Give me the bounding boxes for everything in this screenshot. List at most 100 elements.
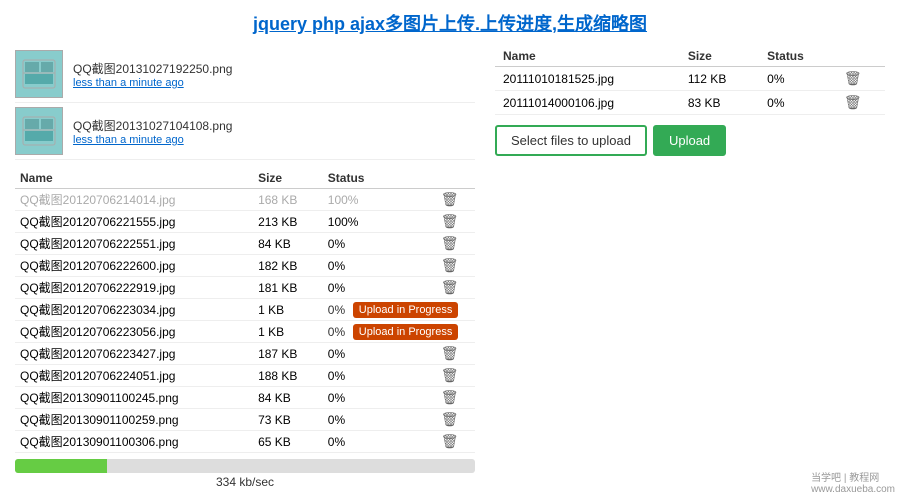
table-row: QQ截图20120706222600.jpg 182 KB 0% 🗑: [15, 255, 475, 277]
delete-cell[interactable]: 🗑: [436, 255, 475, 277]
table-row: QQ截图20130901100306.png 65 KB 0% 🗑: [15, 431, 475, 453]
delete-icon[interactable]: 🗑: [441, 213, 459, 229]
table-row: QQ截图20120706223056.jpg 1 KB 0% Upload in…: [15, 321, 475, 343]
status-cell: 100%: [323, 189, 436, 211]
file-name-cell: QQ截图20120706224051.jpg: [15, 365, 253, 387]
delete-cell[interactable]: 🗑: [436, 343, 475, 365]
col-action: [436, 168, 475, 189]
uploaded-items: QQ截图20131027192250.png less than a minut…: [15, 46, 475, 160]
table-row: QQ截图20130901100259.png 73 KB 0% 🗑: [15, 409, 475, 431]
file-table: Name Size Status QQ截图20120706214014.jpg …: [15, 168, 475, 453]
buttons-area: Select files to upload Upload: [495, 125, 885, 156]
file-size-cell: 188 KB: [253, 365, 323, 387]
status-cell: 0% Upload in Progress: [323, 321, 436, 343]
table-row: QQ截图20120706223427.jpg 187 KB 0% 🗑: [15, 343, 475, 365]
table-row: QQ截图20130901100245.png 84 KB 0% 🗑: [15, 387, 475, 409]
file-size-cell: 168 KB: [253, 189, 323, 211]
upload-button[interactable]: Upload: [653, 125, 726, 156]
uploaded-item-name: QQ截图20131027192250.png: [73, 60, 232, 77]
delete-icon[interactable]: 🗑: [441, 279, 459, 295]
status-cell: 0%: [323, 409, 436, 431]
delete-cell[interactable]: 🗑: [436, 233, 475, 255]
delete-icon[interactable]: 🗑: [441, 191, 459, 207]
status-cell: 0%: [323, 343, 436, 365]
uploaded-item-info: QQ截图20131027192250.png less than a minut…: [73, 60, 232, 89]
delete-icon[interactable]: 🗑: [441, 389, 459, 405]
file-name-cell: 20111014000106.jpg: [495, 91, 680, 115]
file-name-cell: QQ截图20130901100259.png: [15, 409, 253, 431]
delete-cell[interactable]: 🗑: [436, 409, 475, 431]
status-cell: 0%: [323, 277, 436, 299]
col-name: Name: [15, 168, 253, 189]
file-size-cell: 181 KB: [253, 277, 323, 299]
file-name-cell: QQ截图20120706223034.jpg: [15, 299, 253, 321]
file-name-cell: QQ截图20130901100245.png: [15, 387, 253, 409]
table-row: QQ截图20120706223034.jpg 1 KB 0% Upload in…: [15, 299, 475, 321]
thumbnail: [15, 107, 63, 155]
progress-bar-fill: [15, 459, 107, 473]
delete-icon[interactable]: 🗑: [441, 345, 459, 361]
file-name-cell: QQ截图20120706222600.jpg: [15, 255, 253, 277]
delete-icon[interactable]: 🗑: [441, 367, 459, 383]
uploaded-item: QQ截图20131027192250.png less than a minut…: [15, 46, 475, 103]
file-size-cell: 112 KB: [680, 67, 759, 91]
delete-icon[interactable]: 🗑: [844, 70, 862, 86]
col-size: Size: [253, 168, 323, 189]
status-cell: 0%: [759, 67, 836, 91]
table-row: QQ截图20120706222551.jpg 84 KB 0% 🗑: [15, 233, 475, 255]
uploaded-item-name: QQ截图20131027104108.png: [73, 117, 232, 134]
delete-icon[interactable]: 🗑: [441, 235, 459, 251]
left-panel: QQ截图20131027192250.png less than a minut…: [15, 46, 475, 486]
select-files-button[interactable]: Select files to upload: [495, 125, 647, 156]
file-size-cell: 65 KB: [253, 431, 323, 453]
status-cell: 0%: [323, 387, 436, 409]
right-col-size: Size: [680, 46, 759, 67]
file-size-cell: 84 KB: [253, 233, 323, 255]
uploaded-item-time[interactable]: less than a minute ago: [73, 77, 232, 89]
delete-icon[interactable]: 🗑: [441, 257, 459, 273]
file-size-cell: 73 KB: [253, 409, 323, 431]
delete-cell[interactable]: 🗑: [836, 67, 885, 91]
table-row: QQ截图20120706214014.jpg 168 KB 100% 🗑: [15, 189, 475, 211]
progress-speed: 334 kb/sec: [15, 475, 475, 489]
delete-icon[interactable]: 🗑: [441, 411, 459, 427]
file-size-cell: 1 KB: [253, 299, 323, 321]
delete-cell[interactable]: 🗑: [436, 365, 475, 387]
delete-icon[interactable]: 🗑: [441, 433, 459, 449]
image-thumb-icon: [21, 113, 57, 149]
upload-in-progress-badge: Upload in Progress: [353, 324, 459, 340]
delete-cell[interactable]: 🗑: [836, 91, 885, 115]
delete-cell[interactable]: 🗑: [436, 387, 475, 409]
file-name-cell: 20111010181525.jpg: [495, 67, 680, 91]
file-name-cell: QQ截图20120706222919.jpg: [15, 277, 253, 299]
file-size-cell: 83 KB: [680, 91, 759, 115]
status-cell: 0% Upload in Progress: [323, 299, 436, 321]
status-cell: 0%: [323, 365, 436, 387]
right-table: Name Size Status 20111010181525.jpg 112 …: [495, 46, 885, 115]
file-name-cell: QQ截图20120706223056.jpg: [15, 321, 253, 343]
file-size-cell: 84 KB: [253, 387, 323, 409]
table-row: QQ截图20120706224051.jpg 188 KB 0% 🗑: [15, 365, 475, 387]
uploaded-item: QQ截图20131027104108.png less than a minut…: [15, 103, 475, 160]
delete-icon[interactable]: 🗑: [844, 94, 862, 110]
delete-cell[interactable]: 🗑: [436, 431, 475, 453]
right-panel: Name Size Status 20111010181525.jpg 112 …: [495, 46, 885, 486]
table-row: QQ截图20120706221555.jpg 213 KB 100% 🗑: [15, 211, 475, 233]
progress-bar-container: [15, 459, 475, 473]
table-row: 20111010181525.jpg 112 KB 0% 🗑: [495, 67, 885, 91]
status-cell: 0%: [323, 233, 436, 255]
file-size-cell: 213 KB: [253, 211, 323, 233]
status-cell: 0%: [323, 255, 436, 277]
uploaded-item-time[interactable]: less than a minute ago: [73, 134, 232, 146]
status-cell: 100%: [323, 211, 436, 233]
progress-area: 334 kb/sec: [15, 459, 475, 489]
file-size-cell: 1 KB: [253, 321, 323, 343]
delete-cell[interactable]: 🗑: [436, 211, 475, 233]
delete-cell[interactable]: 🗑: [436, 189, 475, 211]
delete-cell[interactable]: 🗑: [436, 277, 475, 299]
uploaded-item-info: QQ截图20131027104108.png less than a minut…: [73, 117, 232, 146]
file-name-cell: QQ截图20120706214014.jpg: [15, 189, 253, 211]
file-name-cell: QQ截图20130901100306.png: [15, 431, 253, 453]
file-name-cell: QQ截图20120706223427.jpg: [15, 343, 253, 365]
file-size-cell: 187 KB: [253, 343, 323, 365]
